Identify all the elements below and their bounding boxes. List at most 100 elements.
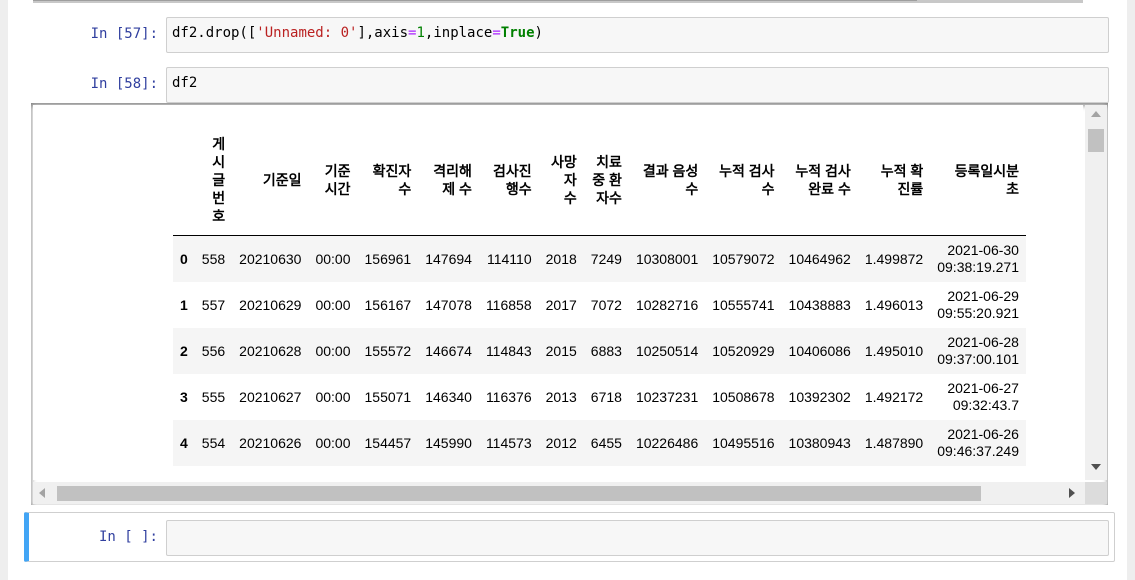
dataframe-table: 게 시 글 번 호 기준일 기준 시간 확진자 수 격리해 제 수 검사진 행수 사망 자 수 치료 중 환 자수 결과…: [173, 125, 1026, 480]
vertical-scrollbar-thumb[interactable]: [1088, 129, 1104, 152]
table-cell: 10308001: [635, 251, 699, 267]
table-cell: 146340: [425, 389, 472, 405]
table-cell: [629, 466, 705, 480]
table-cell: 2012: [545, 435, 577, 451]
column-header: 확진자 수: [357, 125, 419, 236]
input-prompt-57: In [57]:: [90, 26, 158, 42]
timestamp-line: 2021-06-27: [947, 380, 1019, 396]
table-cell: 10555741: [712, 297, 775, 313]
code-input-57[interactable]: df2.drop(['Unnamed: 0'],axis=1,inplace=T…: [166, 17, 1109, 53]
timestamp-line: 09:37:00.101: [937, 351, 1019, 367]
table-cell: 155572: [364, 343, 412, 359]
table-cell: [705, 466, 781, 480]
table-cell: 114843: [485, 343, 532, 359]
table-cell: [358, 466, 419, 480]
timestamp-line: 09:46:37.249: [937, 443, 1019, 459]
table-cell: 10508678: [712, 389, 775, 405]
column-header-line: 자: [563, 172, 577, 188]
column-header-line: 진률: [897, 181, 924, 197]
table-cell: 1.492172: [864, 389, 924, 405]
column-header-line: 글: [212, 172, 226, 188]
column-header-line: 시: [212, 154, 226, 170]
scroll-up-arrow-icon[interactable]: [1091, 111, 1101, 117]
column-header-line: 기준일: [262, 172, 302, 188]
index-header: [173, 125, 195, 236]
dataframe-scroll-view[interactable]: 게 시 글 번 호 기준일 기준 시간 확진자 수 격리해 제 수 검사진 행수 사망 자 수 치료 중 환 자수 결과…: [33, 105, 1083, 480]
column-header: 누적 확 진률: [857, 125, 931, 236]
column-header-line: 시간: [324, 181, 351, 197]
column-header-line: 초: [1006, 181, 1019, 197]
timestamp-line: 09:32:43.7: [952, 397, 1019, 413]
previous-output-scrollbar-thumb[interactable]: [33, 0, 917, 1]
column-header-line: 수: [685, 181, 699, 197]
code-token: ): [534, 25, 543, 41]
table-cell: 00:00: [315, 297, 351, 313]
column-header-line: 결과 음성: [642, 163, 699, 179]
table-cell: 00:00: [315, 435, 351, 451]
table-cell: [308, 466, 357, 480]
table-cell: [782, 466, 858, 480]
table-cell: 554: [201, 435, 226, 451]
column-header-line: 게: [212, 136, 226, 152]
column-header-line: 수: [761, 181, 775, 197]
input-prompt-empty: In [ ]:: [98, 529, 158, 545]
code-input-58[interactable]: df2: [166, 67, 1109, 103]
scroll-right-arrow-icon[interactable]: [1069, 488, 1075, 498]
column-header-line: 기준: [324, 163, 351, 179]
table-cell: 154457: [364, 435, 412, 451]
scroll-left-arrow-icon[interactable]: [39, 488, 45, 498]
table-cell: 00:00: [315, 251, 351, 267]
table-cell: [858, 466, 930, 480]
previous-output-scrollbar[interactable]: [33, 0, 1083, 3]
table-cell: 147078: [425, 297, 472, 313]
table-cell: 116858: [485, 297, 532, 313]
timestamp-line: 2021-06-30: [947, 242, 1019, 258]
column-header-line: 치료: [596, 154, 622, 170]
code-token: ],axis: [357, 25, 409, 41]
horizontal-scrollbar-thumb[interactable]: [57, 486, 981, 501]
table-cell: 1.496013: [864, 297, 924, 313]
table-cell: 1.495010: [864, 343, 924, 359]
vertical-scrollbar[interactable]: [1085, 105, 1107, 480]
row-index: 0: [180, 251, 188, 267]
table-row: 2 556 20210628 00:00 155572 146674 114843 2015 6…: [173, 328, 1026, 374]
timestamp-line: 2021-06-28: [947, 334, 1019, 350]
row-index: [173, 466, 195, 480]
code-token: =: [492, 25, 501, 41]
scroll-down-arrow-icon[interactable]: [1091, 464, 1101, 470]
column-header: 치료중 환자수: [583, 125, 629, 236]
table-cell: 7249: [590, 251, 622, 267]
row-index: 3: [180, 389, 188, 405]
table-cell: 156167: [364, 297, 412, 313]
column-header-line: 확진자: [372, 163, 412, 179]
table-cell: 10226486: [635, 435, 699, 451]
column-header-line: 중 환: [592, 172, 622, 188]
table-row: 2021-06-25: [173, 466, 1026, 480]
timestamp-cell: 2021-06-27 09:32:43.7: [930, 374, 1026, 420]
table-cell: 557: [201, 297, 226, 313]
table-cell: 10392302: [788, 389, 851, 405]
column-header: 누적 검사 수: [705, 125, 782, 236]
table-cell: [584, 466, 629, 480]
timestamp-cell: 2021-06-25: [930, 466, 1026, 480]
table-cell: 6883: [590, 343, 622, 359]
table-cell: 558: [201, 251, 226, 267]
table-cell: [479, 466, 539, 480]
table-cell: 556: [201, 343, 226, 359]
column-header-line: 자수: [596, 190, 622, 206]
column-header: 검사진 행수: [478, 125, 539, 236]
column-header-line: 호: [212, 208, 226, 224]
table-cell: 20210626: [239, 435, 302, 451]
table-cell: 145990: [425, 435, 472, 451]
code-input-empty[interactable]: [166, 520, 1109, 556]
table-cell: 114573: [485, 435, 532, 451]
column-header-line: 누적 검사: [795, 163, 851, 179]
code-token: True: [500, 25, 535, 41]
table-cell: 156961: [364, 251, 412, 267]
table-cell: 2013: [545, 389, 577, 405]
column-header-line: 등록일시분: [954, 163, 1019, 179]
column-header-line: 수: [563, 190, 577, 206]
column-header-line: 제 수: [442, 181, 472, 197]
horizontal-scrollbar[interactable]: [33, 482, 1085, 504]
table-cell: 00:00: [315, 343, 351, 359]
